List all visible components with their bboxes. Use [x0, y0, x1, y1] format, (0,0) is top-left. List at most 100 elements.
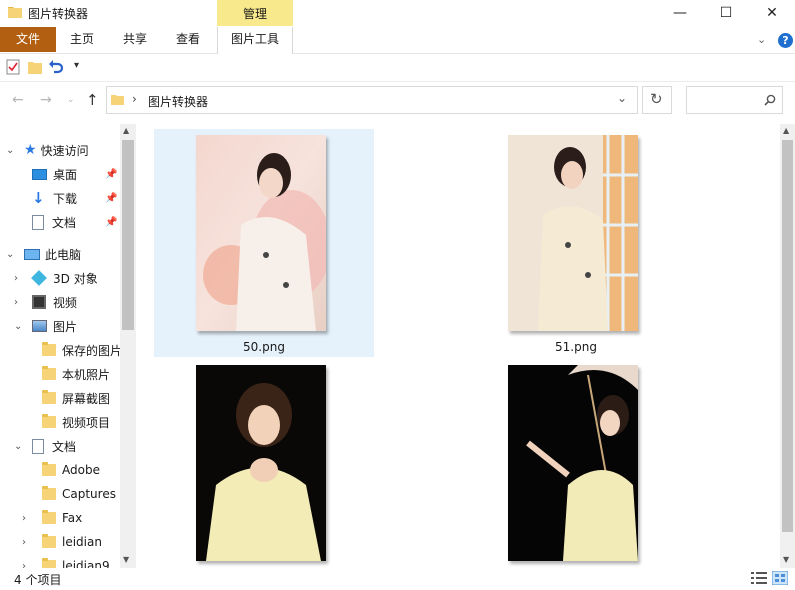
nav-item-screenshots[interactable]: 屏幕截图 — [42, 386, 110, 410]
image-thumbnail — [196, 135, 326, 331]
nav-item-label: Captures — [62, 487, 116, 501]
recent-locations-chevron-icon[interactable]: ⌄ — [67, 95, 75, 105]
folder-icon — [42, 390, 56, 404]
nav-item-3d-objects[interactable]: 3D 对象 — [31, 266, 98, 290]
nav-item-downloads[interactable]: ↓ 下载 — [32, 186, 77, 210]
nav-item-saved-pictures[interactable]: 保存的图片 — [42, 338, 122, 362]
back-arrow-icon[interactable]: ← — [12, 92, 24, 108]
file-view: 50.png 51.png — [140, 124, 780, 568]
nav-this-pc-label: 此电脑 — [45, 247, 82, 262]
tab-share[interactable]: 共享 — [115, 27, 155, 52]
collapse-chevron-icon[interactable]: ⌄ — [6, 249, 14, 260]
help-icon[interactable]: ? — [778, 33, 793, 48]
nav-item-label: 下载 — [53, 191, 78, 206]
pin-icon[interactable]: 📌 — [105, 217, 117, 228]
nav-item-leidian9[interactable]: leidian9 — [42, 554, 110, 568]
tab-file[interactable]: 文件 — [0, 27, 56, 52]
new-folder-icon[interactable] — [28, 60, 42, 74]
nav-item-documents-pc[interactable]: 文档 — [32, 434, 76, 458]
address-dropdown-chevron-icon[interactable]: ⌄ — [617, 91, 627, 105]
scroll-up-icon[interactable]: ▲ — [783, 126, 789, 135]
tab-manage[interactable]: 管理 — [217, 0, 293, 28]
refresh-icon: ↻ — [650, 90, 663, 108]
expand-chevron-icon[interactable]: › — [14, 297, 18, 308]
nav-item-captures[interactable]: Captures — [42, 482, 116, 506]
nav-item-label: 图片 — [53, 319, 78, 334]
customize-toolbar-icon[interactable]: ▾ — [74, 60, 79, 71]
collapse-chevron-icon[interactable]: ⌄ — [6, 145, 14, 156]
nav-item-label: leidian — [62, 535, 102, 549]
maximize-button[interactable]: ☐ — [703, 0, 749, 26]
collapse-chevron-icon[interactable]: ⌄ — [14, 321, 22, 332]
nav-scrollbar-thumb[interactable] — [122, 140, 134, 330]
folder-icon — [42, 486, 56, 500]
nav-quick-access[interactable]: ★ 快速访问 — [24, 138, 89, 162]
scroll-down-icon[interactable]: ▼ — [783, 555, 789, 564]
expand-ribbon-icon[interactable]: ⌄ — [757, 33, 766, 46]
folder-icon — [42, 534, 56, 548]
folder-icon — [42, 510, 56, 524]
file-item[interactable] — [154, 359, 374, 568]
properties-icon[interactable] — [6, 59, 20, 75]
image-thumbnail — [196, 365, 326, 561]
expand-chevron-icon[interactable]: › — [22, 537, 26, 548]
folder-icon — [111, 95, 124, 105]
nav-item-videos[interactable]: 视频 — [32, 290, 77, 314]
undo-icon[interactable] — [48, 59, 64, 75]
up-arrow-icon[interactable]: ↑ — [86, 91, 99, 109]
nav-item-label: 保存的图片 — [62, 343, 123, 358]
nav-item-adobe[interactable]: Adobe — [42, 458, 100, 482]
item-count: 4 个项目 — [14, 573, 62, 587]
nav-this-pc[interactable]: 此电脑 — [24, 242, 81, 266]
nav-item-fax[interactable]: Fax — [42, 506, 82, 530]
document-icon — [32, 438, 44, 454]
nav-item-pictures[interactable]: 图片 — [32, 314, 77, 338]
details-view-icon[interactable] — [751, 572, 767, 584]
desktop-icon — [32, 168, 47, 180]
breadcrumb-separator: › — [132, 92, 137, 106]
film-icon — [32, 295, 46, 309]
status-bar — [0, 568, 795, 590]
nav-item-label: 视频 — [53, 295, 78, 310]
forward-arrow-icon[interactable]: → — [40, 92, 52, 108]
nav-item-documents[interactable]: 文档 — [32, 210, 76, 234]
content-scrollbar-thumb[interactable] — [782, 140, 793, 532]
file-item[interactable]: 51.png — [466, 129, 686, 357]
scroll-up-icon[interactable]: ▲ — [123, 126, 129, 135]
file-item[interactable] — [466, 359, 686, 568]
nav-item-label: 视频项目 — [62, 415, 111, 430]
image-thumbnail — [508, 365, 638, 561]
download-arrow-icon: ↓ — [32, 189, 45, 207]
folder-icon — [42, 366, 56, 380]
folder-icon — [42, 342, 56, 356]
nav-item-desktop[interactable]: 桌面 — [32, 162, 77, 186]
nav-item-video-projects[interactable]: 视频项目 — [42, 410, 110, 434]
picture-icon — [32, 320, 47, 332]
nav-item-leidian[interactable]: leidian — [42, 530, 102, 554]
expand-chevron-icon[interactable]: › — [14, 273, 18, 284]
tab-view[interactable]: 查看 — [168, 27, 208, 52]
nav-item-camera-roll[interactable]: 本机照片 — [42, 362, 110, 386]
window-title: 图片转换器 — [28, 7, 89, 21]
pin-icon[interactable]: 📌 — [105, 169, 117, 180]
scroll-down-icon[interactable]: ▼ — [123, 555, 129, 564]
collapse-chevron-icon[interactable]: ⌄ — [14, 441, 22, 452]
pin-icon[interactable]: 📌 — [105, 193, 117, 204]
close-button[interactable]: ✕ — [749, 0, 795, 26]
tab-home[interactable]: 主页 — [62, 27, 102, 52]
minimize-button[interactable]: — — [657, 0, 703, 26]
nav-item-label: 3D 对象 — [53, 271, 98, 286]
folder-icon — [42, 558, 56, 568]
nav-item-label: leidian9 — [62, 559, 110, 568]
nav-item-label: 文档 — [52, 215, 77, 230]
tab-picture-tools[interactable]: 图片工具 — [217, 27, 293, 54]
large-icons-view-icon[interactable] — [772, 571, 788, 585]
expand-chevron-icon[interactable]: › — [22, 561, 26, 568]
nav-item-label: 文档 — [52, 439, 77, 454]
file-name: 51.png — [555, 340, 597, 354]
file-name: 50.png — [243, 340, 285, 354]
folder-icon — [8, 7, 22, 18]
file-item[interactable]: 50.png — [154, 129, 374, 357]
expand-chevron-icon[interactable]: › — [22, 513, 26, 524]
breadcrumb-current[interactable]: 图片转换器 — [148, 93, 208, 110]
